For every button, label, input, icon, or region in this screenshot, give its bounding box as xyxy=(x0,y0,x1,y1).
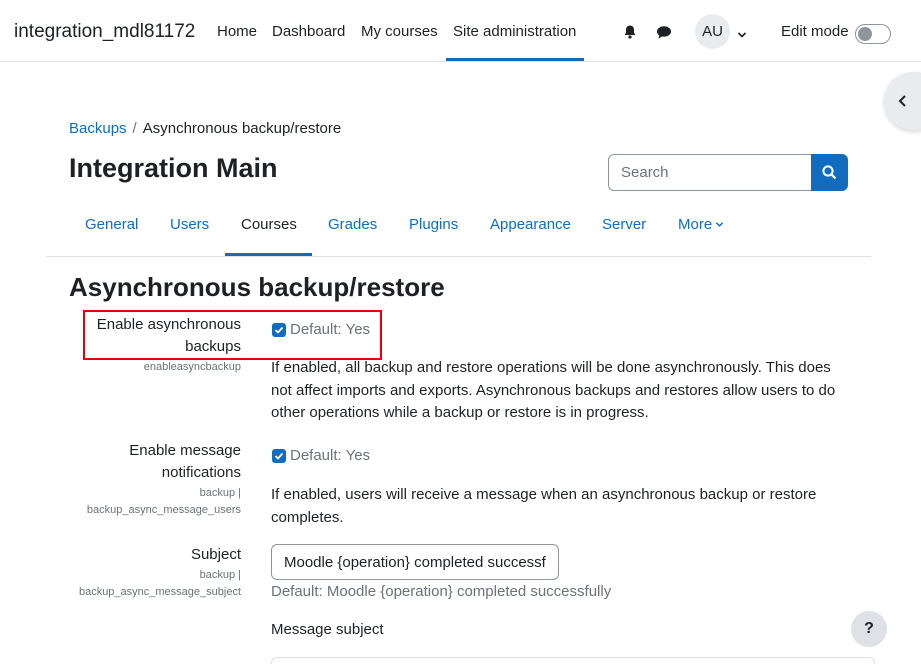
tab-appearance[interactable]: Appearance xyxy=(490,216,571,233)
tab-more[interactable]: More xyxy=(678,216,724,233)
message-textarea[interactable] xyxy=(271,657,875,664)
nav-dashboard[interactable]: Dashboard xyxy=(272,23,345,40)
bell-icon[interactable] xyxy=(622,24,638,40)
chevron-down-icon xyxy=(716,222,724,227)
setting-key-message-subject: backup | backup_async_message_subject xyxy=(30,567,241,601)
chat-icon[interactable] xyxy=(656,24,672,40)
tabs-divider xyxy=(46,256,871,257)
tab-grades[interactable]: Grades xyxy=(328,216,377,233)
nav-site-administration[interactable]: Site administration xyxy=(453,23,576,40)
chevron-left-icon xyxy=(898,95,906,107)
user-avatar[interactable]: AU xyxy=(695,14,730,49)
label-line: notifications xyxy=(161,464,241,481)
setting-label-message-notifications: Enable message notifications xyxy=(60,440,241,484)
checkmark-icon xyxy=(274,452,284,460)
setting-description: If enabled, all backup and restore opera… xyxy=(271,359,836,421)
key-line: backup_async_message_subject xyxy=(78,586,241,598)
help-button[interactable]: ? xyxy=(851,611,887,647)
label-line: Enable message xyxy=(129,442,241,459)
default-value: Default: Moodle {operation} completed su… xyxy=(271,583,612,600)
tab-plugins[interactable]: Plugins xyxy=(409,216,458,233)
avatar-initials: AU xyxy=(702,23,723,40)
page-title: Integration Main xyxy=(69,153,278,183)
breadcrumb: Backups / Asynchronous backup/restore xyxy=(69,120,341,137)
setting-description: Message subject xyxy=(271,621,384,638)
chevron-down-icon[interactable] xyxy=(737,27,747,38)
highlight-box xyxy=(83,310,382,360)
nav-home[interactable]: Home xyxy=(217,23,257,40)
key-line: backup_async_message_users xyxy=(86,504,241,516)
top-navbar: integration_mdl81172 Home Dashboard My c… xyxy=(0,0,921,62)
tab-server[interactable]: Server xyxy=(602,216,646,233)
search-input[interactable] xyxy=(608,154,812,191)
tab-courses[interactable]: Courses xyxy=(241,216,297,233)
key-line: backup | xyxy=(199,487,241,499)
setting-description: If enabled, users will receive a message… xyxy=(271,486,817,526)
tab-general[interactable]: General xyxy=(85,216,138,233)
section-heading: Asynchronous backup/restore xyxy=(69,272,445,302)
breadcrumb-separator: / xyxy=(132,120,137,137)
site-brand[interactable]: integration_mdl81172 xyxy=(14,21,195,43)
breadcrumb-current: Asynchronous backup/restore xyxy=(142,120,342,137)
search-icon xyxy=(822,165,837,180)
tab-more-label: More xyxy=(678,216,713,233)
enable-notifications-checkbox[interactable] xyxy=(272,449,286,463)
search-button[interactable] xyxy=(811,154,848,191)
default-value: Default: Yes xyxy=(290,447,371,464)
setting-key-enableasyncbackup: enableasyncbackup xyxy=(143,361,241,373)
key-line: backup | xyxy=(199,569,241,581)
tab-users[interactable]: Users xyxy=(170,216,209,233)
nav-my-courses[interactable]: My courses xyxy=(361,23,438,40)
edit-mode-toggle[interactable] xyxy=(855,24,891,44)
breadcrumb-backups[interactable]: Backups xyxy=(69,120,127,137)
block-drawer-toggle[interactable] xyxy=(884,72,921,130)
edit-mode-label: Edit mode xyxy=(781,23,849,40)
subject-input[interactable] xyxy=(271,544,559,580)
nav-active-indicator xyxy=(446,58,584,61)
setting-key-message-users: backup | backup_async_message_users xyxy=(40,485,241,519)
setting-label-subject: Subject xyxy=(190,546,241,563)
